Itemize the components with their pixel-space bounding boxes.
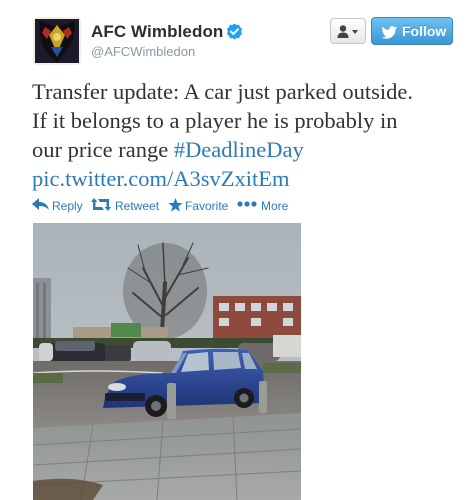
retweet-label: Retweet (115, 199, 160, 213)
tweet-text-line-3: our price range #DeadlineDay (32, 135, 462, 164)
tweet-text-price-range: our price range (32, 137, 174, 162)
reply-arrow-icon (32, 198, 49, 210)
pic-link[interactable]: pic.twitter.com/A3svZxitEm (32, 166, 289, 191)
user-dropdown-icon (337, 25, 358, 38)
ellipsis-icon (237, 201, 257, 207)
more-label: More (261, 199, 289, 213)
verified-badge-icon (226, 23, 243, 40)
follow-button-label: Follow (402, 23, 447, 39)
parked-car-photo (33, 223, 301, 500)
tweet-text: Transfer update: A car just parked outsi… (32, 77, 462, 193)
user-handle[interactable]: @AFCWimbledon (91, 44, 195, 59)
twitter-bird-icon (381, 26, 398, 39)
retweet-icon (91, 198, 111, 211)
favorite-label: Favorite (185, 199, 229, 213)
tweet-text-line-4: pic.twitter.com/A3svZxitEm (32, 164, 462, 193)
hashtag-link[interactable]: #DeadlineDay (174, 137, 304, 162)
tweet-card: AFC Wimbledon @AFCWimbledon Follow Trans… (0, 0, 469, 500)
star-icon (168, 198, 183, 212)
follow-button[interactable]: Follow (371, 17, 453, 45)
display-name[interactable]: AFC Wimbledon (91, 22, 223, 42)
user-actions-dropdown-button[interactable] (330, 18, 366, 44)
tweet-text-line-1: Transfer update: A car just parked outsi… (32, 79, 413, 104)
tweet-photo[interactable] (33, 223, 301, 500)
tweet-text-line-2: If it belongs to a player he is probably… (32, 108, 398, 133)
avatar[interactable] (33, 17, 81, 65)
reply-label: Reply (52, 199, 83, 213)
crest-logo (33, 17, 81, 65)
